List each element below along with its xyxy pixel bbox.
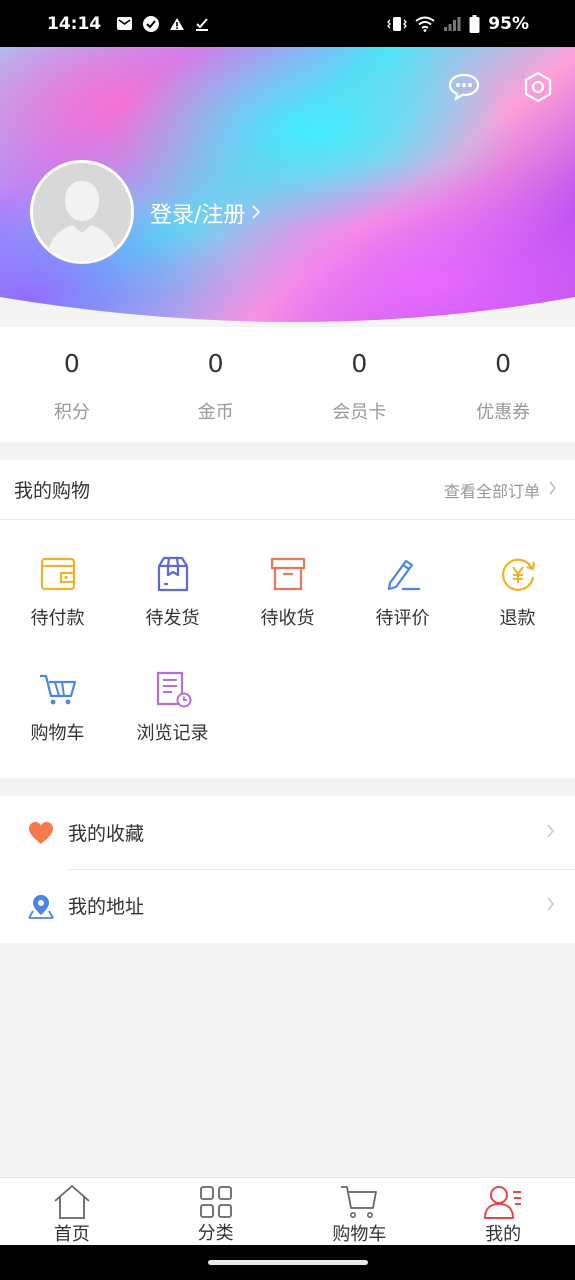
package-icon xyxy=(153,554,193,594)
grid-label: 退款 xyxy=(499,608,536,629)
cart-icon xyxy=(38,669,78,709)
grid-icon xyxy=(199,1184,233,1219)
history-icon xyxy=(153,669,193,709)
chevron-right-icon xyxy=(546,823,555,843)
grid-label: 待评价 xyxy=(375,608,430,629)
home-icon xyxy=(53,1184,91,1220)
default-avatar-icon xyxy=(33,163,131,261)
box-icon xyxy=(268,554,308,594)
signal-icon xyxy=(443,16,461,32)
stat-label: 会员卡 xyxy=(332,402,387,423)
status-bar: 14:14 95% xyxy=(0,0,575,47)
list-label: 我的地址 xyxy=(68,896,145,918)
stat-member-card[interactable]: 0 会员卡 xyxy=(288,327,432,442)
wifi-icon xyxy=(415,16,435,32)
cart-shortcut-button[interactable]: 购物车 xyxy=(0,669,115,784)
task-check-icon xyxy=(194,16,210,32)
chevron-right-icon xyxy=(546,896,555,916)
stat-label: 积分 xyxy=(53,402,90,423)
my-favorites-item[interactable]: 我的收藏 xyxy=(0,796,575,869)
cart-icon xyxy=(339,1184,379,1220)
stat-coupons[interactable]: 0 优惠券 xyxy=(431,327,575,442)
gesture-bar xyxy=(0,1245,575,1280)
stat-label: 优惠券 xyxy=(476,402,531,423)
section-title: 我的购物 xyxy=(14,480,91,502)
settings-list: 我的收藏 我的地址 xyxy=(0,796,575,943)
order-shortcuts: 待付款 待发货 待收货 待评价 退款 购物车 浏览记录 xyxy=(0,520,575,784)
message-button[interactable] xyxy=(444,69,484,109)
nav-mine[interactable]: 我的 xyxy=(431,1178,575,1245)
grid-label: 购物车 xyxy=(30,723,85,744)
stat-coins[interactable]: 0 金币 xyxy=(144,327,288,442)
status-time: 14:14 xyxy=(47,13,102,34)
pending-payment-button[interactable]: 待付款 xyxy=(0,554,115,669)
nav-label: 首页 xyxy=(53,1224,90,1245)
battery-percent: 95% xyxy=(488,13,529,34)
pending-shipment-button[interactable]: 待发货 xyxy=(115,554,230,669)
stats-row: 0 积分 0 金币 0 会员卡 0 优惠券 xyxy=(0,327,575,442)
stat-value: 0 xyxy=(495,349,512,378)
view-all-label: 查看全部订单 xyxy=(443,481,540,501)
nav-label: 购物车 xyxy=(332,1224,387,1245)
avatar[interactable] xyxy=(30,160,134,264)
login-label: 登录/注册 xyxy=(150,203,246,228)
my-address-item[interactable]: 我的地址 xyxy=(0,869,575,942)
nav-category[interactable]: 分类 xyxy=(144,1178,288,1245)
gmail-icon xyxy=(116,15,133,32)
nav-cart[interactable]: 购物车 xyxy=(288,1178,432,1245)
nav-label: 我的 xyxy=(485,1224,522,1245)
pen-icon xyxy=(383,554,423,594)
stat-value: 0 xyxy=(351,349,368,378)
settings-button[interactable] xyxy=(518,69,558,109)
my-shopping-section: 我的购物 查看全部订单 待付款 待发货 待收货 待评价 退款 购物车 浏览记录 xyxy=(0,460,575,778)
chevron-right-icon xyxy=(251,201,261,226)
user-icon xyxy=(483,1184,523,1220)
refund-button[interactable]: 退款 xyxy=(460,554,575,669)
login-register-link[interactable]: 登录/注册 xyxy=(150,197,261,229)
check-circle-icon xyxy=(142,15,160,33)
grid-label: 待付款 xyxy=(30,608,85,629)
gear-icon xyxy=(522,71,554,107)
bottom-nav: 首页 分类 购物车 我的 xyxy=(0,1177,575,1245)
pending-review-button[interactable]: 待评价 xyxy=(345,554,460,669)
nav-label: 分类 xyxy=(197,1223,234,1244)
browsing-history-button[interactable]: 浏览记录 xyxy=(115,669,230,784)
grid-label: 浏览记录 xyxy=(136,723,209,744)
stat-points[interactable]: 0 积分 xyxy=(0,327,144,442)
warning-icon xyxy=(169,16,185,32)
chevron-right-icon xyxy=(548,480,557,499)
pending-receipt-button[interactable]: 待收货 xyxy=(230,554,345,669)
stat-value: 0 xyxy=(207,349,224,378)
stat-value: 0 xyxy=(63,349,80,378)
nav-home[interactable]: 首页 xyxy=(0,1178,144,1245)
heart-icon xyxy=(28,820,54,846)
location-pin-icon xyxy=(28,893,54,919)
grid-label: 待发货 xyxy=(145,608,200,629)
home-gesture-handle[interactable] xyxy=(208,1260,368,1265)
grid-label: 待收货 xyxy=(260,608,315,629)
chat-bubble-icon xyxy=(447,72,481,106)
profile-header: 登录/注册 xyxy=(0,47,575,327)
battery-icon xyxy=(469,14,480,33)
vibrate-icon xyxy=(387,16,408,32)
my-shopping-header: 我的购物 查看全部订单 xyxy=(0,460,575,520)
list-label: 我的收藏 xyxy=(68,823,145,845)
wallet-icon xyxy=(38,554,78,594)
refund-icon xyxy=(498,554,538,594)
view-all-orders-link[interactable]: 查看全部订单 xyxy=(444,478,557,502)
stat-label: 金币 xyxy=(197,402,234,423)
